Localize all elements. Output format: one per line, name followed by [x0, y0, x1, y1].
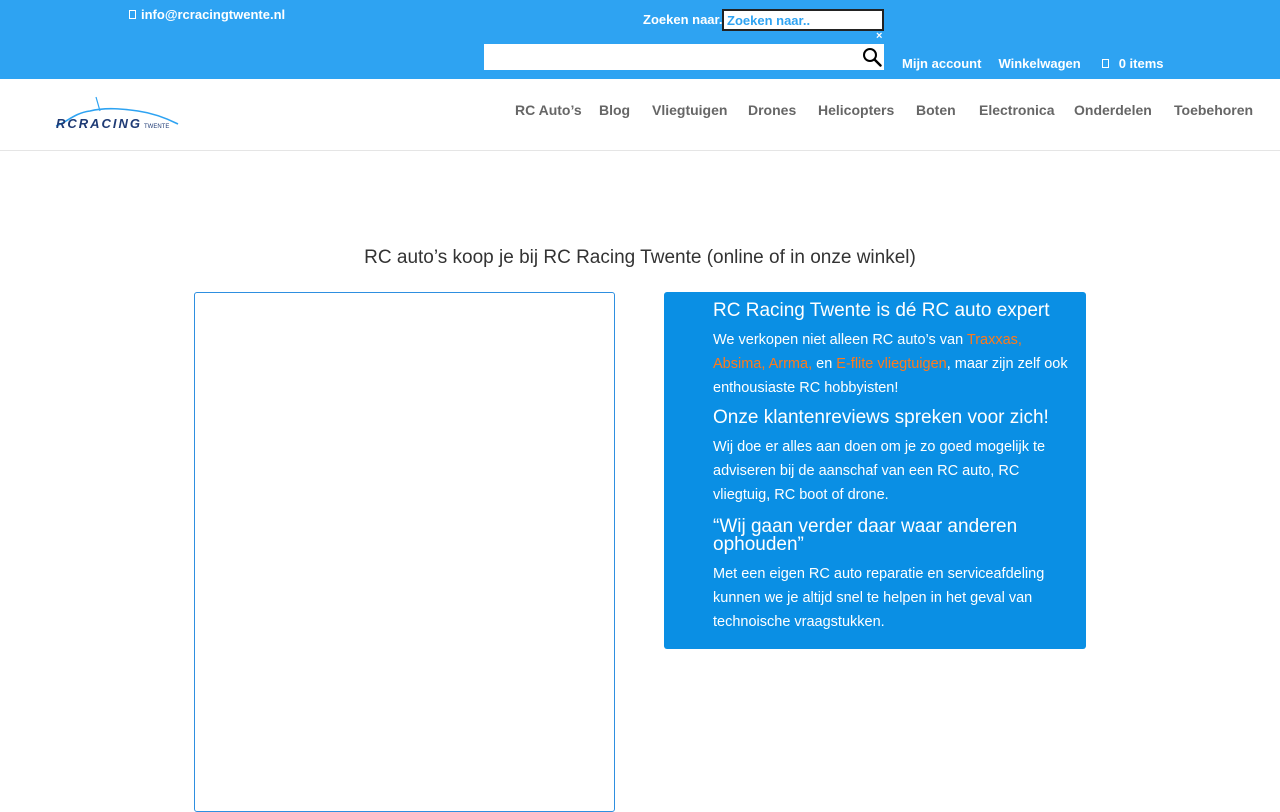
- nav-item-toebehoren[interactable]: Toebehoren: [1174, 102, 1253, 118]
- eflite-link[interactable]: E-flite vliegtuigen: [836, 356, 946, 372]
- svg-text:RCRACING: RCRACING: [56, 116, 140, 131]
- video-embed[interactable]: [194, 292, 615, 812]
- nav-item-rc-autos[interactable]: RC Auto’s: [515, 102, 582, 118]
- search-label: Zoeken naar..: [643, 12, 727, 27]
- my-account-link[interactable]: Mijn account: [902, 56, 981, 71]
- nav-item-boten[interactable]: Boten: [916, 102, 956, 118]
- close-search-button[interactable]: ×: [876, 30, 882, 42]
- nav-item-onderdelen[interactable]: Onderdelen: [1074, 102, 1152, 118]
- info-paragraph-brands: We verkopen niet alleen RC auto’s van Tr…: [713, 328, 1076, 400]
- nav-item-blog[interactable]: Blog: [599, 102, 630, 118]
- cart-link[interactable]: Winkelwagen: [998, 56, 1080, 71]
- info-text: en: [812, 356, 837, 372]
- nav-item-electronica[interactable]: Electronica: [979, 102, 1054, 118]
- top-bar: info@rcracingtwente.nl Zoeken naar.. × M…: [0, 0, 1280, 79]
- search-input-small[interactable]: [722, 9, 884, 31]
- email-text[interactable]: info@rcracingtwente.nl: [141, 7, 285, 22]
- main-header: RCRACING TWENTE RC Auto’s Blog Vliegtuig…: [0, 79, 1280, 151]
- cart-icon[interactable]: [1101, 59, 1109, 68]
- account-links: Mijn account Winkelwagen 0 items: [902, 56, 1164, 71]
- info-paragraph-service: Met een eigen RC auto reparatie en servi…: [713, 566, 1045, 630]
- search-input[interactable]: [484, 44, 884, 70]
- cart-items-count[interactable]: 0 items: [1119, 56, 1164, 71]
- page-headline: RC auto’s koop je bij RC Racing Twente (…: [364, 247, 916, 268]
- nav-item-vliegtuigen[interactable]: Vliegtuigen: [652, 102, 727, 118]
- search-icon[interactable]: [862, 47, 882, 67]
- info-title-expert: RC Racing Twente is dé RC auto expert: [713, 300, 1050, 321]
- logo[interactable]: RCRACING TWENTE: [52, 93, 184, 133]
- contact-email[interactable]: info@rcracingtwente.nl: [129, 7, 285, 22]
- info-title-reviews: Onze klantenreviews spreken voor zich!: [713, 407, 1049, 428]
- nav-item-helicopters[interactable]: Helicopters: [818, 102, 894, 118]
- info-title-quote: “Wij gaan verder daar waar anderen ophou…: [713, 516, 1018, 555]
- nav-item-drones[interactable]: Drones: [748, 102, 796, 118]
- info-paragraph-advice: Wij doe er alles aan doen om je zo goed …: [713, 439, 1046, 503]
- envelope-icon: [129, 10, 136, 19]
- info-box: RC Racing Twente is dé RC auto expert We…: [664, 292, 1086, 649]
- svg-text:TWENTE: TWENTE: [144, 124, 169, 130]
- info-text: We verkopen niet alleen RC auto’s van: [713, 332, 967, 348]
